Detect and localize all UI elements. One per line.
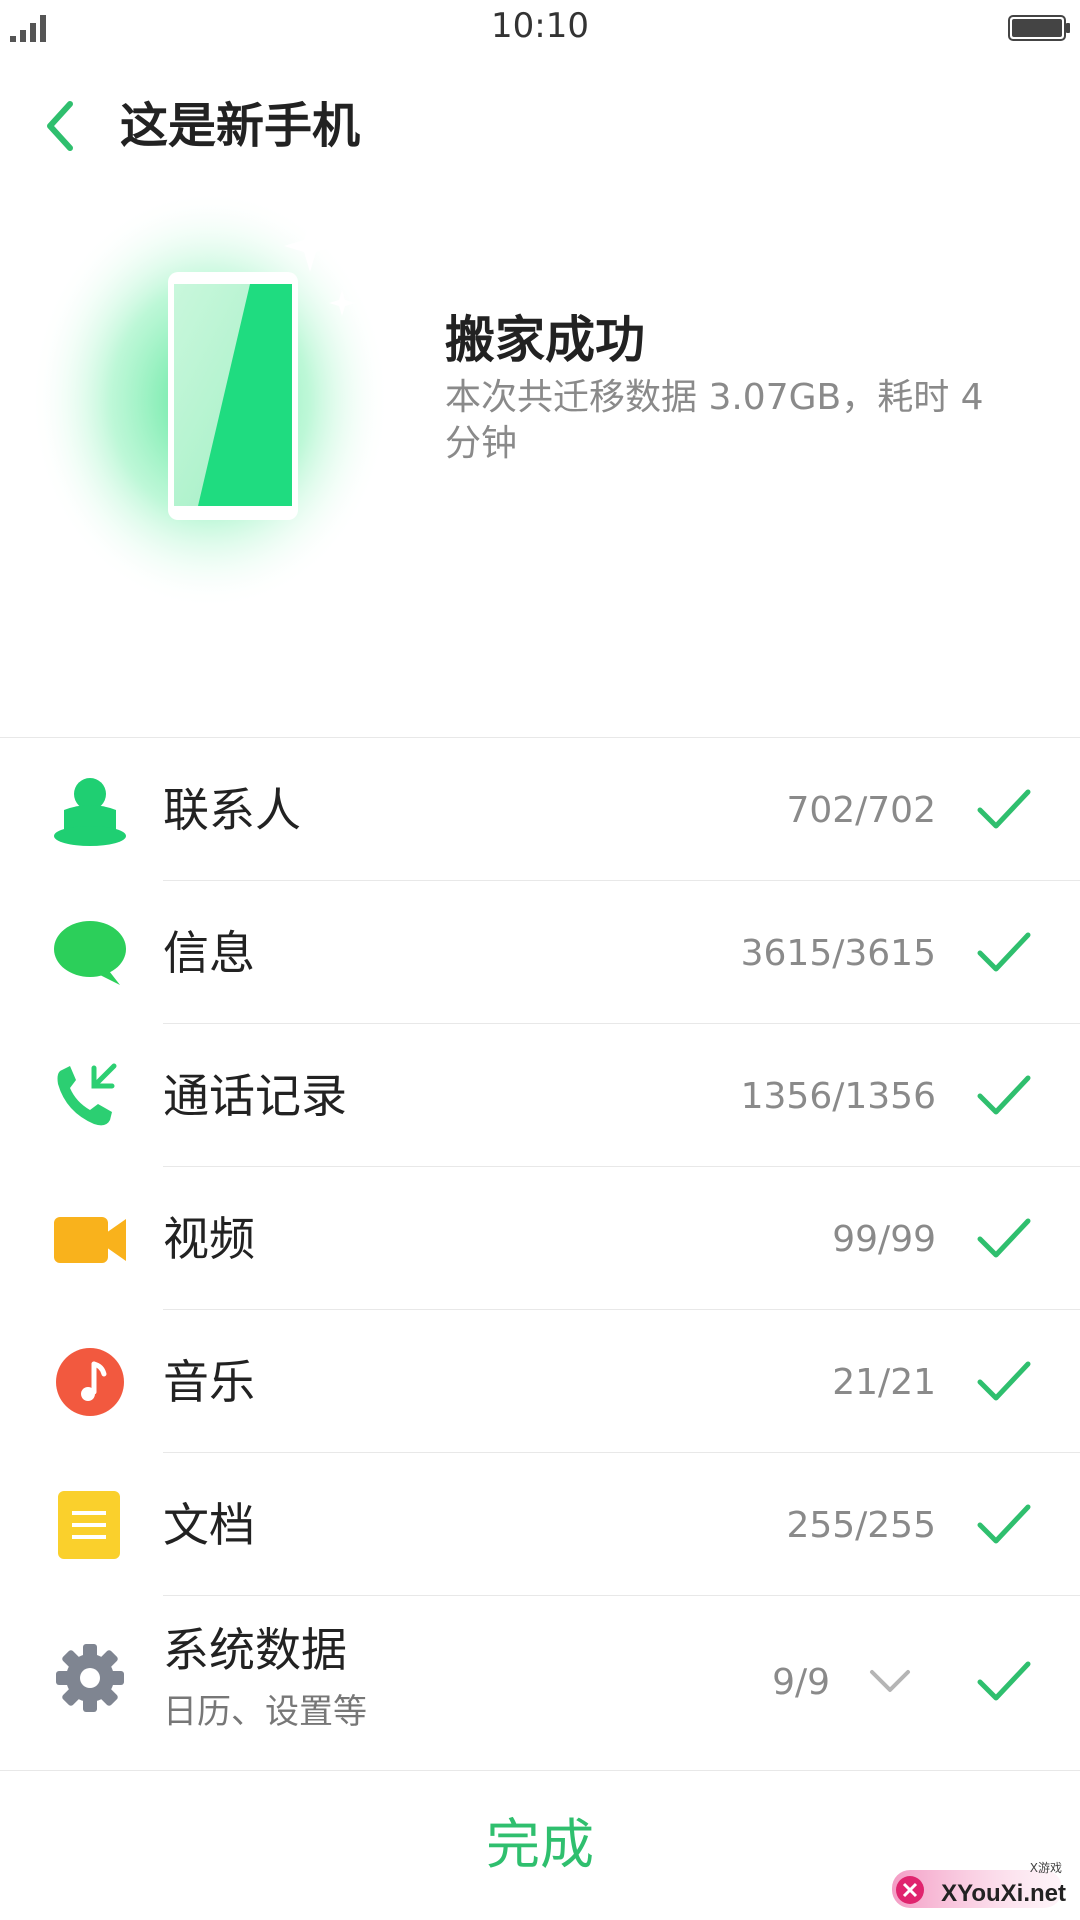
divider <box>0 1770 1080 1771</box>
watermark-small-text: X游戏 <box>1029 1861 1062 1875</box>
success-description: 本次共迁移数据 3.07GB，耗时 4 分钟 <box>445 377 984 464</box>
contact-icon <box>54 778 126 846</box>
message-icon <box>54 921 126 985</box>
success-title: 搬家成功 <box>445 311 645 369</box>
check-icon <box>977 1361 1031 1401</box>
back-icon[interactable] <box>40 96 84 156</box>
chevron-down-icon[interactable] <box>868 1666 912 1696</box>
video-icon <box>54 1217 126 1263</box>
item-label: 联系人 <box>163 783 301 837</box>
check-icon <box>977 1661 1031 1701</box>
check-icon <box>977 1075 1031 1115</box>
check-icon <box>977 789 1031 829</box>
list-item-call-log[interactable]: 通话记录 1356/1356 <box>0 1024 1080 1167</box>
item-label: 音乐 <box>163 1355 255 1409</box>
list-item-system-data[interactable]: 系统数据 日历、设置等 9/9 <box>0 1596 1080 1771</box>
item-label: 信息 <box>163 926 255 980</box>
document-icon <box>58 1491 120 1559</box>
migration-item-list: 联系人 702/702 信息 3615/3615 通话记录 1356/1356 … <box>0 738 1080 1771</box>
item-count: 255/255 <box>786 1505 936 1546</box>
item-count: 9/9 <box>772 1662 830 1703</box>
phone-illustration-icon <box>30 190 390 610</box>
list-item-videos[interactable]: 视频 99/99 <box>0 1167 1080 1310</box>
watermark-text: XYouXi.net <box>941 1880 1066 1907</box>
list-item-music[interactable]: 音乐 21/21 <box>0 1310 1080 1453</box>
list-item-messages[interactable]: 信息 3615/3615 <box>0 881 1080 1024</box>
hero-section: 搬家成功 本次共迁移数据 3.07GB，耗时 4 分钟 <box>0 180 1080 740</box>
page-title: 这是新手机 <box>120 98 361 154</box>
list-item-contacts[interactable]: 联系人 702/702 <box>0 738 1080 881</box>
check-icon <box>977 932 1031 972</box>
item-count: 702/702 <box>786 790 936 831</box>
item-count: 99/99 <box>832 1219 936 1260</box>
item-count: 21/21 <box>832 1362 936 1403</box>
check-icon <box>977 1504 1031 1544</box>
list-item-documents[interactable]: 文档 255/255 <box>0 1453 1080 1596</box>
gear-icon <box>56 1644 124 1712</box>
item-label: 通话记录 <box>163 1069 347 1123</box>
status-bar: 10:10 <box>0 0 1080 56</box>
item-label: 视频 <box>163 1212 255 1266</box>
item-sublabel: 日历、设置等 <box>163 1692 367 1732</box>
status-time: 10:10 <box>491 6 589 46</box>
item-count: 3615/3615 <box>740 933 936 974</box>
item-label: 文档 <box>163 1498 255 1552</box>
check-icon <box>977 1218 1031 1258</box>
item-count: 1356/1356 <box>740 1076 936 1117</box>
item-label: 系统数据 <box>163 1623 347 1677</box>
music-icon <box>56 1348 124 1416</box>
call-log-icon <box>57 1063 117 1126</box>
battery-icon <box>1008 15 1070 41</box>
